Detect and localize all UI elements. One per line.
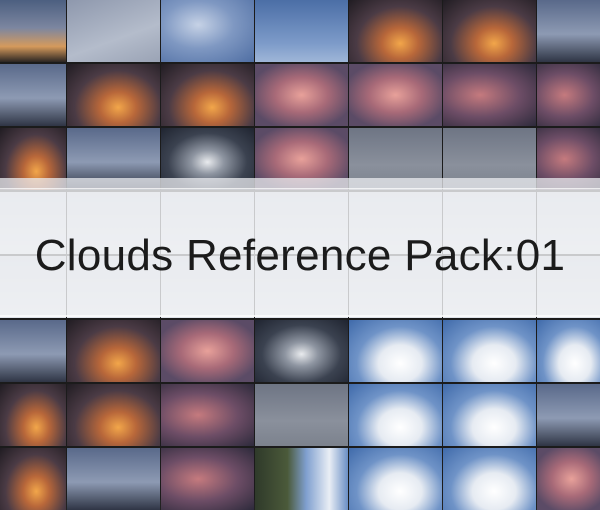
cloud-photo-thumbnail [161,384,254,446]
cloud-photo-thumbnail [255,64,348,126]
cloud-photo-thumbnail [443,384,536,446]
cloud-photo-thumbnail [67,384,160,446]
cloud-photo-thumbnail [161,64,254,126]
cloud-photo-thumbnail [349,0,442,62]
cloud-photo-thumbnail [255,384,348,446]
cloud-photo-thumbnail [537,384,600,446]
cloud-photo-thumbnail [537,448,600,510]
banner-edge [0,178,600,188]
cloud-photo-thumbnail [537,0,600,62]
cloud-photo-thumbnail [0,384,66,446]
cloud-photo-thumbnail [67,0,160,62]
cloud-photo-thumbnail [0,64,66,126]
cloud-photo-thumbnail [0,0,66,62]
cloud-photo-thumbnail [349,64,442,126]
cloud-photo-thumbnail [349,320,442,382]
cloud-photo-thumbnail [67,448,160,510]
cloud-photo-thumbnail [443,320,536,382]
cloud-photo-thumbnail [443,64,536,126]
title-banner: Clouds Reference Pack:01 [0,188,600,317]
cloud-photo-thumbnail [0,320,66,382]
cloud-photo-thumbnail [0,448,66,510]
cloud-photo-thumbnail [255,320,348,382]
cloud-photo-thumbnail [443,0,536,62]
cloud-photo-thumbnail [443,448,536,510]
cloud-photo-thumbnail [161,320,254,382]
pack-title: Clouds Reference Pack:01 [34,231,566,280]
cloud-photo-thumbnail [349,384,442,446]
cloud-photo-thumbnail [161,448,254,510]
cloud-photo-thumbnail [255,0,348,62]
cloud-photo-thumbnail [537,320,600,382]
cloud-photo-thumbnail [349,448,442,510]
cloud-photo-thumbnail [255,448,348,510]
cloud-photo-thumbnail [67,320,160,382]
cloud-photo-thumbnail [161,0,254,62]
cloud-photo-thumbnail [537,64,600,126]
cloud-photo-thumbnail [67,64,160,126]
